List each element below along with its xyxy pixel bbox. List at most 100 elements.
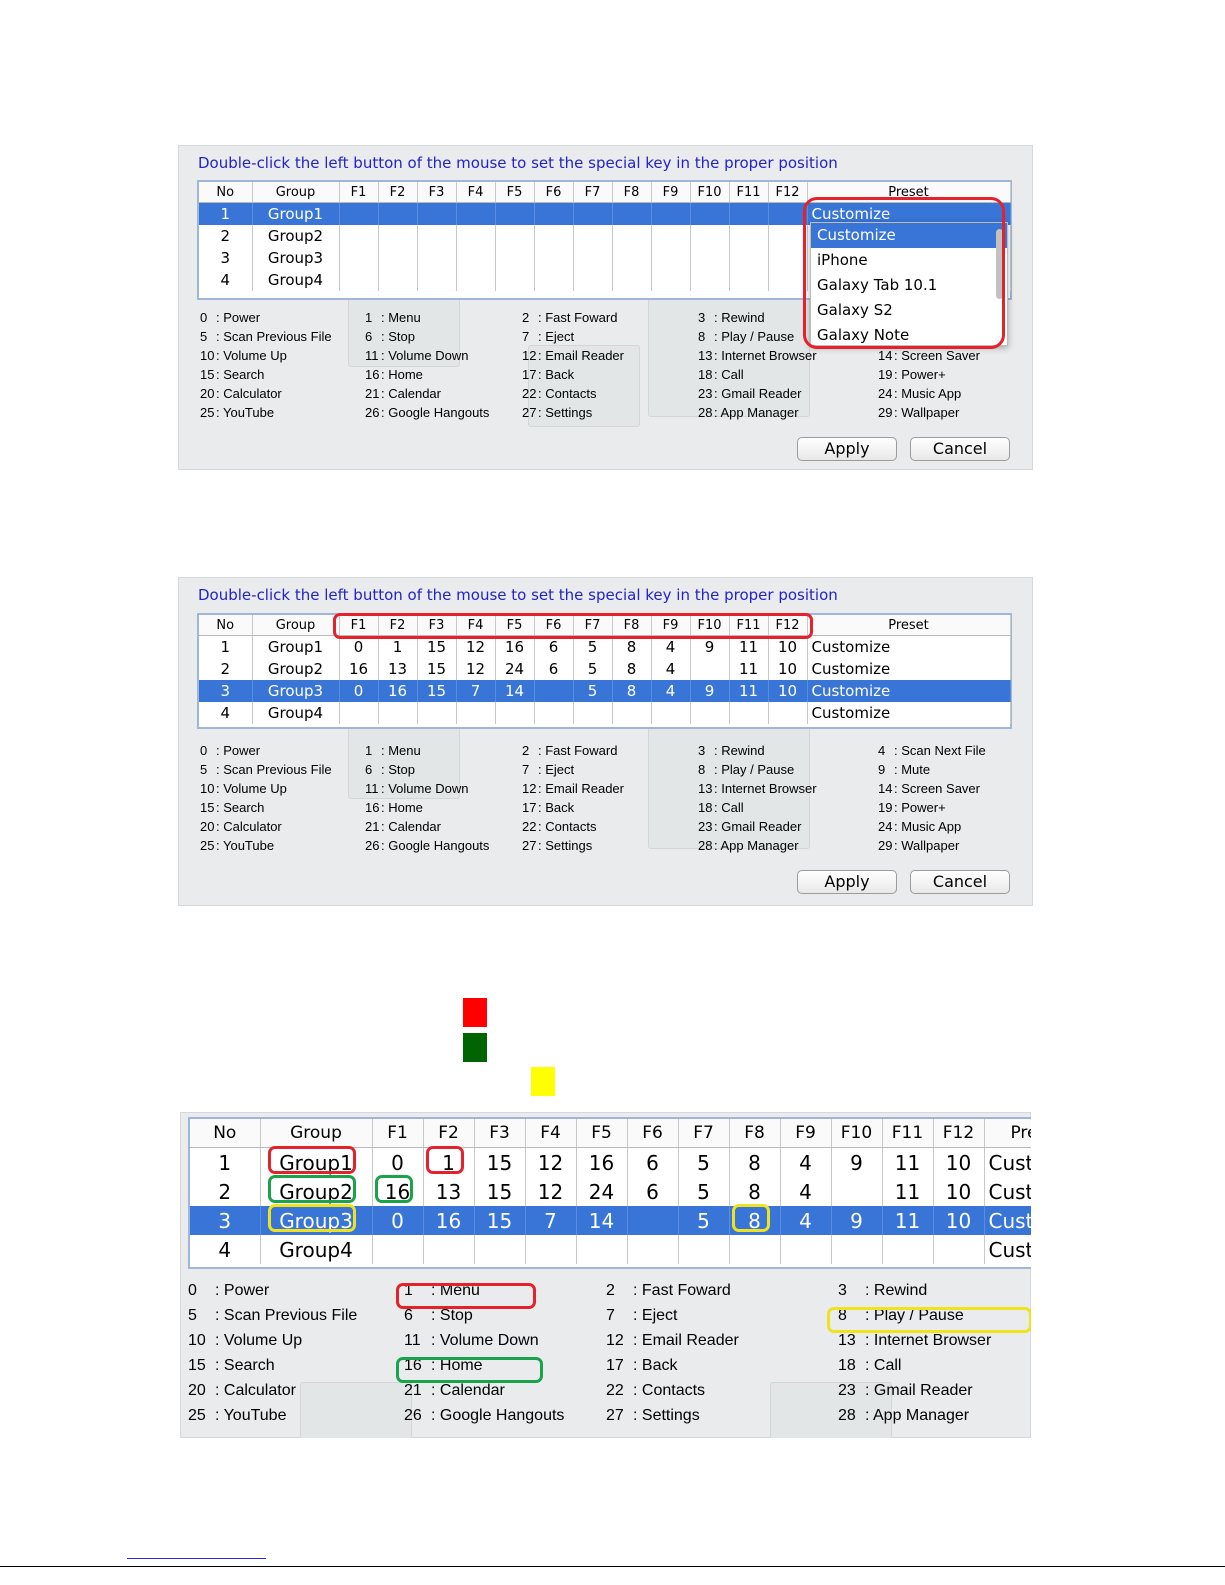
f10-key-cell[interactable] <box>690 202 730 225</box>
column-header-f9[interactable]: F9 <box>780 1119 832 1148</box>
f11-key-cell[interactable] <box>729 202 769 225</box>
table-row[interactable]: 4Group4 Custo <box>190 1235 1031 1264</box>
f6-key-cell[interactable]: 6 <box>534 658 574 680</box>
cancel-button[interactable]: Cancel <box>910 437 1010 461</box>
f7-key-cell[interactable] <box>573 269 613 291</box>
f10-key-cell[interactable] <box>690 658 730 680</box>
f8-key-cell[interactable] <box>612 225 652 247</box>
f12-key-cell[interactable]: 10 <box>768 658 808 680</box>
f5-key-cell[interactable] <box>576 1235 628 1264</box>
f5-key-cell[interactable] <box>495 247 535 269</box>
column-header-f6[interactable]: F6 <box>534 182 574 203</box>
f10-key-cell[interactable] <box>690 269 730 291</box>
preset-select[interactable]: Customize <box>807 635 1011 658</box>
column-header-f10[interactable]: F10 <box>831 1119 883 1148</box>
f8-key-cell[interactable]: 8 <box>729 1177 781 1206</box>
f2-key-cell[interactable]: 13 <box>423 1177 475 1206</box>
column-header-f3[interactable]: F3 <box>474 1119 526 1148</box>
f7-key-cell[interactable]: 5 <box>678 1147 730 1177</box>
f12-key-cell[interactable]: 10 <box>768 680 808 702</box>
f5-key-cell[interactable]: 14 <box>576 1206 628 1235</box>
f1-key-cell[interactable]: 16 <box>339 658 379 680</box>
f8-key-cell[interactable] <box>612 202 652 225</box>
f12-key-cell[interactable]: 10 <box>933 1177 985 1206</box>
f2-key-cell[interactable] <box>378 247 418 269</box>
f6-key-cell[interactable]: 6 <box>627 1147 679 1177</box>
group-name-cell[interactable]: Group2 <box>252 658 340 680</box>
column-header-f7[interactable]: F7 <box>678 1119 730 1148</box>
f3-key-cell[interactable] <box>417 247 457 269</box>
f10-key-cell[interactable] <box>690 702 730 724</box>
f7-key-cell[interactable] <box>573 247 613 269</box>
column-header-f2[interactable]: F2 <box>378 182 418 203</box>
f10-key-cell[interactable] <box>831 1177 883 1206</box>
table-row[interactable]: 4 Group4 Customize <box>199 702 1011 724</box>
column-header-f11[interactable]: F11 <box>882 1119 934 1148</box>
f9-key-cell[interactable] <box>651 269 691 291</box>
f4-key-cell[interactable]: 7 <box>525 1206 577 1235</box>
f8-key-cell[interactable] <box>729 1235 781 1264</box>
f10-key-cell[interactable]: 9 <box>690 680 730 702</box>
f1-key-cell[interactable] <box>372 1235 424 1264</box>
f5-key-cell[interactable]: 24 <box>495 658 535 680</box>
f1-key-cell[interactable] <box>339 202 379 225</box>
f11-key-cell[interactable] <box>729 225 769 247</box>
f8-key-cell[interactable]: 8 <box>612 658 652 680</box>
f8-key-cell[interactable]: 8 <box>612 680 652 702</box>
f12-key-cell[interactable] <box>768 269 808 291</box>
f9-key-cell[interactable] <box>651 247 691 269</box>
f9-key-cell[interactable] <box>651 702 691 724</box>
f3-key-cell[interactable] <box>417 269 457 291</box>
f3-key-cell[interactable] <box>474 1235 526 1264</box>
f2-key-cell[interactable] <box>378 225 418 247</box>
f4-key-cell[interactable] <box>456 269 496 291</box>
f9-key-cell[interactable] <box>651 225 691 247</box>
f11-key-cell[interactable] <box>729 269 769 291</box>
group-name-cell[interactable]: Group3 <box>252 680 340 702</box>
column-header-no[interactable]: No <box>199 182 253 203</box>
f2-key-cell[interactable] <box>378 269 418 291</box>
table-row[interactable]: 3 Group3 0 16 15 7 14 5 8 4 9 11 10 Customize <box>199 680 1011 702</box>
f1-key-cell[interactable]: 0 <box>372 1147 424 1177</box>
f4-key-cell[interactable] <box>456 247 496 269</box>
f1-key-cell[interactable]: 0 <box>372 1206 424 1235</box>
column-header-f12[interactable]: F12 <box>768 182 808 203</box>
f7-key-cell[interactable]: 5 <box>573 658 613 680</box>
f9-key-cell[interactable]: 4 <box>780 1147 832 1177</box>
f5-key-cell[interactable]: 16 <box>576 1147 628 1177</box>
apply-button[interactable]: Apply <box>797 870 897 894</box>
column-header-group[interactable]: Group <box>252 182 340 203</box>
f6-key-cell[interactable]: 6 <box>627 1177 679 1206</box>
column-header-f3[interactable]: F3 <box>417 182 457 203</box>
f2-key-cell[interactable] <box>423 1235 475 1264</box>
apply-button[interactable]: Apply <box>797 437 897 461</box>
f4-key-cell[interactable] <box>456 702 496 724</box>
f11-key-cell[interactable]: 11 <box>882 1177 934 1206</box>
f6-key-cell[interactable] <box>534 702 574 724</box>
f7-key-cell[interactable]: 5 <box>678 1177 730 1206</box>
f9-key-cell[interactable]: 4 <box>651 680 691 702</box>
group-name-cell[interactable]: Group3 <box>252 247 340 269</box>
f6-key-cell[interactable] <box>534 247 574 269</box>
column-header-f4[interactable]: F4 <box>456 182 496 203</box>
f3-key-cell[interactable]: 15 <box>417 680 457 702</box>
f10-key-cell[interactable] <box>831 1235 883 1264</box>
column-header-group[interactable]: Group <box>252 615 340 636</box>
preset-select[interactable]: Custo <box>984 1177 1031 1206</box>
f9-key-cell[interactable]: 4 <box>651 658 691 680</box>
f12-key-cell[interactable] <box>768 247 808 269</box>
group-name-cell[interactable]: Group1 <box>252 635 340 658</box>
preset-select[interactable]: Customize <box>807 680 1011 702</box>
f6-key-cell[interactable] <box>534 225 574 247</box>
column-header-preset[interactable]: Preset <box>807 615 1011 636</box>
f12-key-cell[interactable]: 10 <box>933 1206 985 1235</box>
column-header-f7[interactable]: F7 <box>573 182 613 203</box>
f3-key-cell[interactable] <box>417 225 457 247</box>
f12-key-cell[interactable] <box>768 202 808 225</box>
f5-key-cell[interactable]: 14 <box>495 680 535 702</box>
f1-key-cell[interactable] <box>339 702 379 724</box>
group-name-cell[interactable]: Group2 <box>252 225 340 247</box>
f6-key-cell[interactable] <box>534 202 574 225</box>
column-header-group[interactable]: Group <box>260 1119 373 1148</box>
f3-key-cell[interactable]: 15 <box>474 1147 526 1177</box>
